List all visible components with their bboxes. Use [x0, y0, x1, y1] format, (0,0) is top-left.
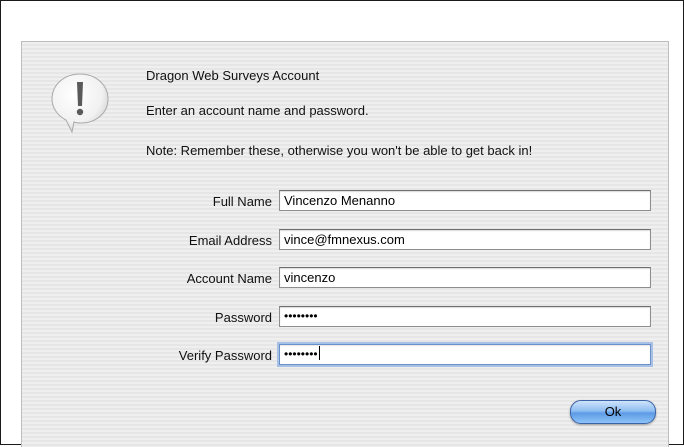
account-name-label: Account Name	[186, 271, 272, 286]
verify-password-label: Verify Password	[178, 348, 272, 363]
full-name-field[interactable]: Vincenzo Menanno	[279, 190, 651, 211]
verify-password-field[interactable]: ••••••••	[279, 344, 651, 365]
password-row: Password ••••••••	[112, 306, 657, 330]
email-address-label: Email Address	[188, 233, 272, 248]
alert-exclamation-icon	[51, 73, 109, 134]
dialog-title: Dragon Web Surveys Account	[146, 68, 320, 83]
dialog-subtitle: Enter an account name and password.	[146, 103, 369, 118]
full-name-label: Full Name	[212, 194, 272, 209]
verify-password-row: Verify Password ••••••••	[112, 344, 657, 368]
account-sheet: Dragon Web Surveys Account Enter an acco…	[21, 41, 669, 447]
full-name-row: Full Name Vincenzo Menanno	[112, 190, 657, 214]
window-frame: Dragon Web Surveys Account Enter an acco…	[0, 0, 684, 447]
text-caret	[318, 346, 320, 360]
account-name-field[interactable]: vincenzo	[279, 267, 651, 288]
email-address-row: Email Address vince@fmnexus.com	[112, 229, 657, 253]
ok-button[interactable]: Ok	[570, 400, 656, 424]
dialog-note: Note: Remember these, otherwise you won'…	[146, 143, 533, 158]
email-address-field[interactable]: vince@fmnexus.com	[279, 229, 651, 250]
verify-password-value: ••••••••	[284, 347, 318, 361]
account-name-row: Account Name vincenzo	[112, 267, 657, 291]
password-field[interactable]: ••••••••	[279, 306, 651, 327]
password-label: Password	[214, 310, 272, 325]
